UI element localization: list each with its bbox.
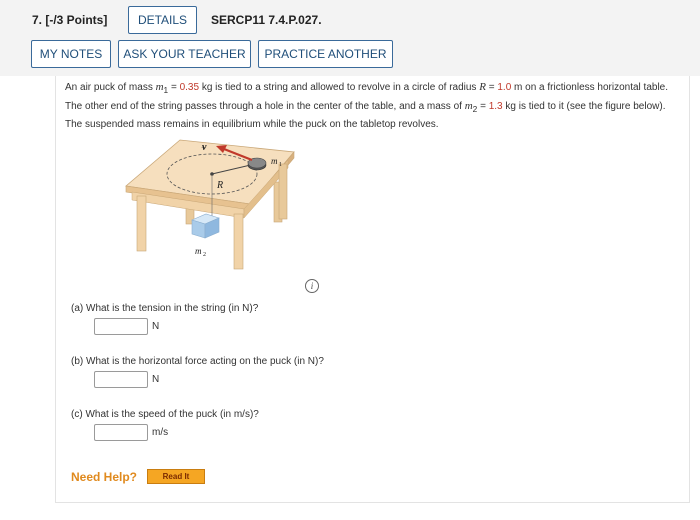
part-a-question: (a) What is the tension in the string (i… — [71, 303, 259, 314]
m1-sub-label: 1 — [279, 162, 282, 168]
ask-teacher-button[interactable]: ASK YOUR TEACHER — [118, 40, 251, 68]
radius-label: R — [216, 180, 223, 191]
m2-sub-label: 2 — [203, 252, 206, 258]
info-icon[interactable]: i — [305, 279, 319, 293]
problem-id: SERCP11 7.4.P.027. — [211, 13, 322, 27]
part-b-answer-input[interactable] — [94, 371, 148, 388]
part-c-unit: m/s — [152, 427, 169, 438]
part-c-answer-input[interactable] — [94, 424, 148, 441]
details-button[interactable]: DETAILS — [128, 6, 197, 34]
part-c-question: (c) What is the speed of the puck (in m/… — [71, 409, 259, 420]
part-b-unit: N — [152, 374, 160, 385]
given-m2-value: 1.3 — [488, 100, 503, 112]
problem-statement: An air puck of mass m1 = 0.35 kg is tied… — [65, 81, 669, 130]
need-help-label: Need Help? — [71, 470, 138, 484]
svg-text:→: → — [200, 144, 207, 151]
read-it-button[interactable]: Read It — [147, 469, 205, 484]
m2-label: m — [195, 246, 202, 256]
practice-another-button[interactable]: PRACTICE ANOTHER — [258, 40, 393, 68]
question-header: 7. [-/3 Points] DETAILS SERCP11 7.4.P.02… — [0, 0, 700, 76]
question-number: 7. [-/3 Points] — [32, 13, 108, 27]
given-m1-value: 0.35 — [179, 82, 200, 93]
part-a-unit: N — [152, 321, 160, 332]
given-R-value: 1.0 — [497, 82, 512, 93]
part-b-question: (b) What is the horizontal force acting … — [71, 356, 324, 367]
m1-label: m — [271, 156, 278, 166]
my-notes-button[interactable]: MY NOTES — [31, 40, 111, 68]
question-content: An air puck of mass m1 = 0.35 kg is tied… — [55, 76, 690, 503]
part-a-answer-input[interactable] — [94, 318, 148, 335]
table-figure: v → R m 1 m 2 — [125, 139, 295, 270]
